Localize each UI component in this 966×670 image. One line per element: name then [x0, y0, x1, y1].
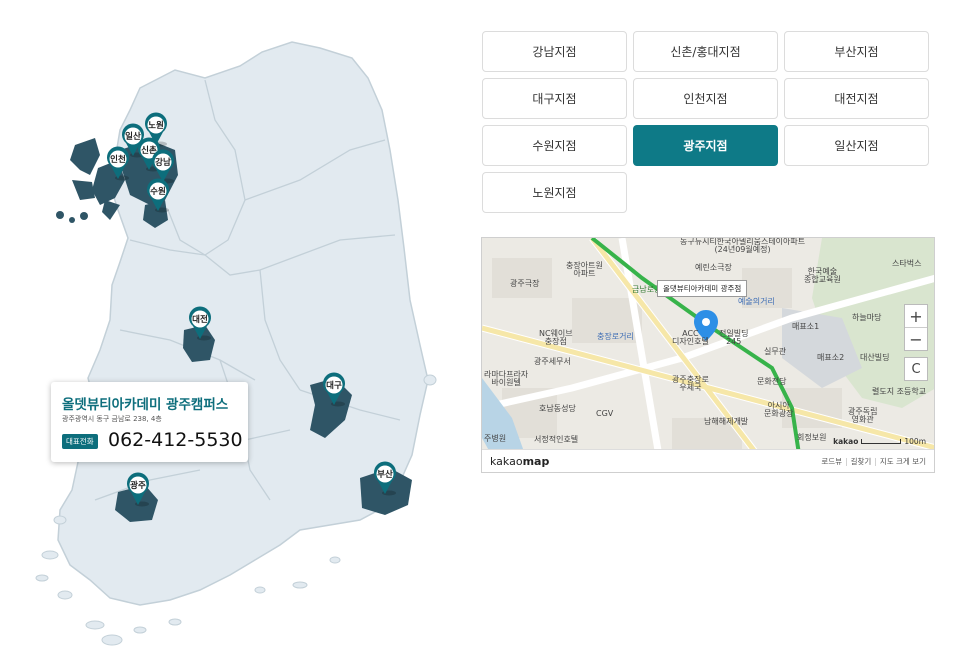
pin-label: 일산 — [125, 131, 141, 142]
map-place-label: CGV — [596, 409, 614, 418]
zoom-in-button[interactable]: + — [905, 305, 927, 327]
map-place-label: 주병원 — [484, 434, 507, 443]
map-place-label: 광주독립 영화관 — [848, 407, 878, 425]
kakaomap-logo[interactable]: kakaomap — [490, 455, 549, 468]
pin-label: 강남 — [155, 157, 171, 168]
map-place-label: 예술의거리 — [738, 297, 775, 306]
branch-button[interactable]: 광주지점 — [633, 125, 778, 166]
map-place-label: 전일빌딩 245 — [719, 329, 749, 347]
branch-button[interactable]: 수원지점 — [482, 125, 627, 166]
scale-label: 100m — [904, 437, 926, 446]
map-place-label: 매표소2 — [817, 353, 845, 362]
campus-title: 올뎃뷰티아카데미 광주캠퍼스 — [62, 397, 229, 413]
map-place-label: 광주극장 — [510, 279, 540, 288]
branch-button[interactable]: 강남지점 — [482, 31, 627, 72]
korea-branch-map: 일산노원인천신촌강남수원대전대구광주부산 — [35, 41, 437, 646]
marker-label: 올댓뷰티아카데미 광주점 — [657, 280, 748, 297]
directions-link[interactable]: 길찾기 — [851, 457, 872, 466]
map-place-label: 남해해제개발 — [704, 417, 749, 426]
map-place-label: 예린소극장 — [695, 263, 732, 272]
korea-mainland — [57, 41, 429, 606]
map-place-label: 실무관 — [764, 347, 787, 356]
branch-info-card: 올뎃뷰티아카데미 광주캠퍼스 광주광역시 동구 금남로 238, 4층 대표전화… — [51, 382, 248, 462]
branch-button[interactable]: 신촌/홍대지점 — [633, 31, 778, 72]
reset-button[interactable]: C — [904, 357, 928, 381]
pin-label: 노원 — [148, 120, 164, 131]
map-place-label: 아시아 문화광장 — [764, 401, 794, 419]
map-place-label: ACC 디자인호텔 — [672, 329, 709, 347]
pin-label: 인천 — [110, 154, 126, 165]
map-place-label: 광주충장로 우체국 — [672, 375, 709, 393]
larger-map-link[interactable]: 지도 크게 보기 — [880, 457, 926, 466]
map-place-label: 대산빌딩 — [860, 353, 890, 362]
map-place-label: 광주세무서 — [534, 357, 571, 366]
map-place-label: 문화전당 — [757, 377, 787, 386]
map-place-label: 서정적인호텔 — [534, 435, 579, 444]
pin-label: 대구 — [326, 380, 342, 391]
branch-button[interactable]: 대구지점 — [482, 78, 627, 119]
pin-label: 부산 — [377, 469, 393, 480]
zoom-out-button[interactable]: − — [905, 327, 927, 350]
branch-button[interactable]: 일산지점 — [784, 125, 929, 166]
map-place-label: 회정보원 — [797, 433, 827, 442]
map-place-label: 한국예술 종합교육원 — [804, 267, 841, 285]
map-place-label: 충장로거리 — [597, 332, 634, 341]
map-place-label: 충장아트원 아파트 — [566, 261, 603, 279]
map-place-label: 호남동성당 — [539, 404, 576, 413]
branch-button[interactable]: 노원지점 — [482, 172, 627, 213]
phone-badge: 대표전화 — [62, 434, 98, 449]
map-place-label: 동구뉴시티한국아델리움스테이아파트 (24년09월예정) — [680, 237, 806, 255]
map-place-label: 하늘마당 — [852, 313, 882, 322]
map-place-label: NC웨이브 충장점 — [539, 329, 573, 347]
branch-button[interactable]: 대전지점 — [784, 78, 929, 119]
logo-kakao: kakao — [490, 455, 523, 468]
campus-phone[interactable]: 062-412-5530 — [108, 429, 243, 451]
map-footer: kakaomap 로드뷰 | 길찾기 | 지도 크게 보기 — [482, 449, 934, 472]
kakao-map[interactable]: 동구뉴시티한국아델리움스테이아파트 (24년09월예정) 충장아트원 아파트 예린소극장… — [481, 237, 935, 473]
branch-button[interactable]: 부산지점 — [784, 31, 929, 72]
map-place-label: 매표소1 — [792, 322, 820, 331]
pin-label: 수원 — [150, 186, 166, 197]
roadview-link[interactable]: 로드뷰 — [821, 457, 842, 466]
pin-label: 대전 — [192, 314, 208, 325]
scale-brand: kakao — [833, 437, 859, 446]
scale-bar-line — [861, 439, 902, 444]
branch-button[interactable]: 인천지점 — [633, 78, 778, 119]
pin-label: 광주 — [130, 480, 146, 491]
logo-map: map — [522, 455, 550, 468]
zoom-control: + − — [904, 304, 928, 351]
map-scale: kakao 100m — [833, 437, 926, 446]
footer-links: 로드뷰 | 길찾기 | 지도 크게 보기 — [821, 457, 926, 466]
map-place-label: 스타벅스 — [892, 259, 922, 268]
campus-address: 광주광역시 동구 금남로 238, 4층 — [62, 415, 162, 423]
map-place-label: 라마다프라자 바이원텔 — [484, 370, 529, 388]
map-place-label: 렬도지 조등학교 — [872, 387, 927, 396]
